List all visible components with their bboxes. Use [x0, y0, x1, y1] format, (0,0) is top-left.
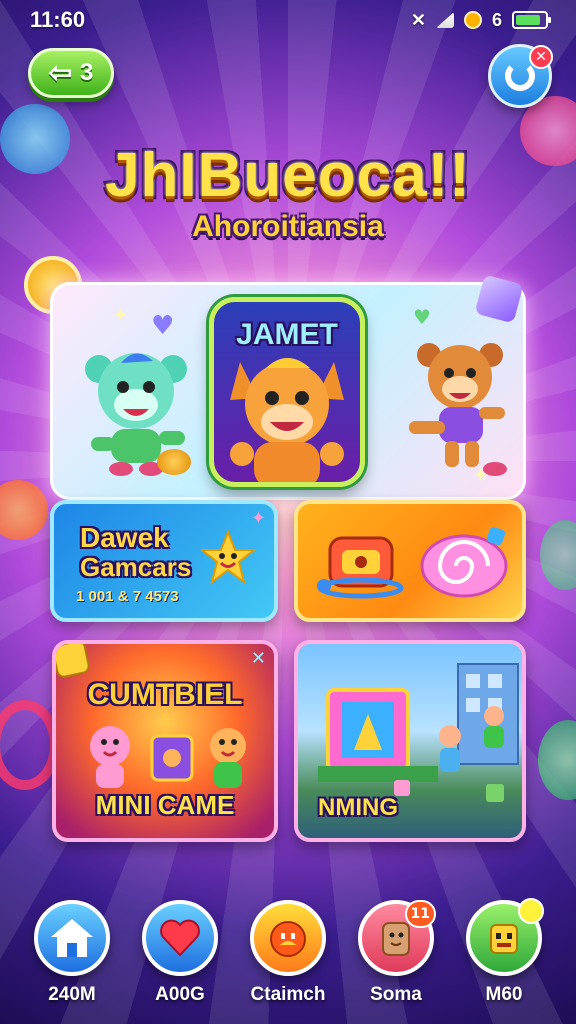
- monster-button[interactable]: [466, 898, 544, 976]
- notification-badge: ✕: [529, 45, 553, 69]
- battery-fill: [516, 15, 540, 25]
- sparkle-icon: ✦: [250, 508, 266, 529]
- home-button[interactable]: [34, 900, 110, 976]
- nav-label-home: 240M: [48, 984, 96, 1005]
- status-bar: 11:60 ✕ 6: [0, 0, 576, 40]
- mute-icon: ✕: [410, 9, 426, 30]
- mascot-brown-bear[interactable]: [405, 337, 515, 477]
- toy-box-icon: [317, 536, 404, 599]
- battery-icon: [512, 11, 551, 29]
- heart-icon: ♥: [151, 311, 175, 341]
- cube-decoration: [474, 274, 524, 324]
- back-count: 3: [80, 59, 94, 86]
- city-scene-icon: [318, 663, 519, 802]
- game-title: JhIBueoca!!: [105, 141, 471, 210]
- orange-cat-mascot-icon: [230, 358, 344, 482]
- building-caption: NMING: [318, 794, 398, 821]
- featured-game-tile[interactable]: JAMET: [209, 297, 365, 487]
- heart-icon: [160, 919, 200, 957]
- brown-bear-icon: [409, 343, 507, 476]
- nav-item-home[interactable]: 240M: [26, 900, 118, 1024]
- refresh-icon: [505, 61, 535, 91]
- nav-item-monster[interactable]: M60: [458, 898, 550, 1024]
- mini-game-caption: MINI CAME: [95, 790, 235, 820]
- heart-button[interactable]: [142, 900, 218, 976]
- quests-card[interactable]: Dawek Gamcars 1 001 & 7 4573 ✦: [50, 500, 278, 622]
- quests-title-line2: Gamcars: [80, 552, 192, 582]
- cookie-button[interactable]: 11: [358, 900, 436, 976]
- quests-title-line1: Dawek: [80, 522, 169, 553]
- nav-label-cookie: Soma: [370, 984, 422, 1005]
- home-icon: [51, 919, 93, 957]
- swirl-candy-icon: [420, 526, 508, 598]
- nav-item-heart[interactable]: A00G: [134, 900, 226, 1024]
- refresh-button[interactable]: ✕: [488, 44, 553, 108]
- mini-game-characters-icon: [90, 726, 246, 788]
- items-card[interactable]: [294, 500, 526, 622]
- mini-game-badge: [56, 644, 92, 680]
- floating-ball-decoration: [540, 520, 576, 590]
- floating-candy-decoration: [0, 480, 48, 540]
- coin-decoration: [157, 449, 191, 475]
- arrow-left-icon: ⇦: [48, 57, 73, 88]
- nav-label-heart: A00G: [155, 984, 205, 1005]
- close-icon[interactable]: ✕: [251, 648, 266, 669]
- star-mascot-icon: [200, 530, 256, 585]
- status-icons: ✕ 6: [410, 9, 551, 31]
- battery-level: 6: [491, 9, 502, 30]
- nav-label-character: Ctaimch: [250, 984, 326, 1005]
- mini-game-card[interactable]: ✕ CUMTBIEL MINI CAME: [52, 640, 278, 842]
- notification-dot: [518, 898, 544, 924]
- heart-icon: ♥: [413, 305, 431, 329]
- character-button[interactable]: [250, 900, 326, 976]
- game-subtitle: Ahoroitiansia: [192, 210, 384, 243]
- mini-game-title: CUMTBIEL: [87, 678, 243, 711]
- back-button[interactable]: ⇦ 3: [28, 48, 114, 98]
- floating-ring-decoration: [0, 700, 60, 790]
- nav-item-cookie[interactable]: 11 Soma: [350, 900, 442, 1024]
- wifi-icon: [435, 12, 454, 28]
- quests-caption: 1 001 & 7 4573: [76, 588, 179, 605]
- character-icon: [270, 921, 306, 957]
- status-time: 11:60: [30, 7, 86, 32]
- sparkle-icon: ✦: [113, 305, 129, 326]
- building-card[interactable]: NMING: [294, 640, 526, 842]
- floating-ball-decoration: [538, 720, 576, 800]
- featured-panel: ✦ ♥ ✦ ♥ JAMET: [50, 274, 526, 500]
- coin-status-icon: [463, 11, 482, 29]
- bottom-nav: 240M A00G Ctaimch 11 Soma M60: [0, 898, 576, 1024]
- nav-badge-cookie: 11: [404, 900, 436, 928]
- monster-icon: [490, 924, 518, 954]
- nav-item-character[interactable]: Ctaimch: [242, 900, 334, 1024]
- nav-label-monster: M60: [485, 984, 523, 1005]
